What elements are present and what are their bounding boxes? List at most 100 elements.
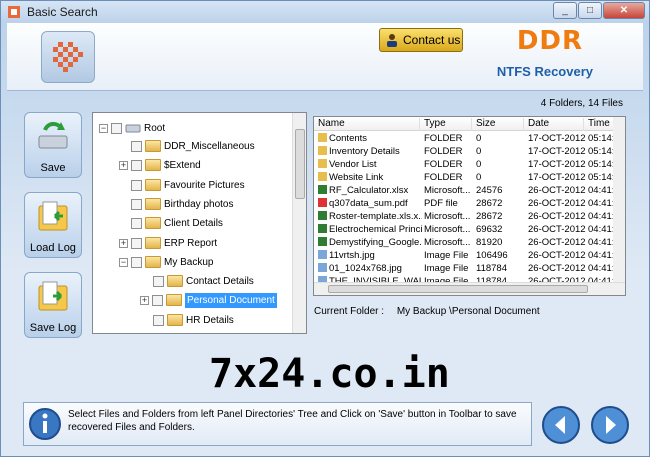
checkbox[interactable] [131, 198, 142, 210]
cell: Demystifying_Google... [318, 237, 422, 248]
list-vscrollbar[interactable] [613, 117, 625, 283]
file-icon [318, 198, 327, 207]
checkbox[interactable] [131, 237, 142, 249]
cell-size: 0 [476, 133, 482, 144]
checkbox[interactable] [131, 217, 142, 229]
folder-icon [167, 314, 183, 326]
scroll-thumb[interactable] [328, 285, 588, 293]
save-button[interactable]: Save [24, 112, 82, 178]
cell-type: Microsoft... [424, 211, 471, 222]
save-log-folder-icon [38, 281, 68, 311]
checkbox[interactable] [111, 122, 122, 134]
scroll-thumb[interactable] [295, 129, 305, 199]
tree-node-label: Contact Details [186, 275, 254, 287]
tree-node-label: Client Details [164, 217, 223, 229]
cell-size: 24576 [476, 185, 503, 196]
checkbox[interactable] [153, 314, 164, 326]
tree-node[interactable]: Favourite Pictures [131, 176, 245, 194]
maximize-button[interactable]: □ [578, 2, 602, 19]
folder-icon [145, 256, 161, 268]
tree-node-selected[interactable]: + Personal Document [140, 291, 277, 309]
expand-icon[interactable]: + [119, 238, 128, 248]
table-row[interactable]: Electrochemical Princi... Microsoft... 696… [314, 223, 614, 236]
contact-us-button[interactable]: Contact us [379, 28, 463, 52]
tree-scrollbar[interactable] [292, 113, 306, 333]
load-log-button[interactable]: Load Log [24, 192, 82, 258]
tree-node-label: Personal Document [185, 292, 277, 308]
status-bar: Select Files and Folders from left Panel… [23, 402, 532, 446]
minimize-button[interactable]: _ [553, 2, 577, 19]
drive-icon [125, 124, 141, 133]
table-row[interactable]: 01_1024x768.jpg Image File 118784 26-OCT-20… [314, 262, 614, 275]
cell: q307data_sum.pdf [318, 198, 422, 209]
column-time[interactable]: Time [584, 118, 614, 131]
expand-icon[interactable]: + [119, 160, 128, 170]
tree-node-label: Favourite Pictures [164, 179, 245, 191]
table-row[interactable]: Website Link FOLDER 0 17-OCT-2012 05:14: [314, 171, 614, 184]
tree-node[interactable]: + ERP Report [119, 234, 217, 252]
table-row[interactable]: Vendor List FOLDER 0 17-OCT-2012 05:14: [314, 158, 614, 171]
header-banner: Contact us DDR NTFS Recovery [7, 23, 643, 91]
cell-name: 01_1024x768.jpg [329, 263, 402, 274]
list-hscrollbar[interactable] [314, 282, 625, 295]
title-bar: Basic Search _ □ ✕ [1, 1, 649, 23]
column-size[interactable]: Size [472, 118, 524, 131]
tree-node[interactable]: Client Details [131, 214, 223, 232]
cell-type: Microsoft... [424, 237, 471, 248]
app-icon [8, 6, 20, 18]
table-row[interactable]: 11vrtsh.jpg Image File 106496 26-OCT-2012 04… [314, 249, 614, 262]
save-log-button[interactable]: Save Log [24, 272, 82, 338]
tree-node[interactable]: + $Extend [119, 156, 201, 174]
table-row[interactable]: RF_Calculator.xlsx Microsoft... 24576 26-OC… [314, 184, 614, 197]
collapse-icon[interactable]: − [119, 257, 128, 267]
main-window: Basic Search _ □ ✕ Contact us DDR NTFS R… [0, 0, 650, 457]
info-icon [29, 408, 61, 440]
cell: Vendor List [318, 159, 422, 170]
tree-node[interactable]: Contact Details [153, 272, 254, 290]
checkbox[interactable] [131, 159, 142, 171]
cell: 01_1024x768.jpg [318, 263, 422, 274]
checkbox[interactable] [131, 140, 142, 152]
table-row[interactable]: Inventory Details FOLDER 0 17-OCT-2012 05:14… [314, 145, 614, 158]
cell: Inventory Details [318, 146, 422, 157]
cell-date: 26-OCT-2012 [528, 237, 586, 248]
checkbox[interactable] [153, 275, 164, 287]
checkbox[interactable] [152, 294, 163, 306]
column-date[interactable]: Date [524, 118, 584, 131]
file-icon [318, 185, 327, 194]
table-row[interactable]: q307data_sum.pdf PDF file 28672 26-OCT-2012… [314, 197, 614, 210]
file-list[interactable]: Name Type Size Date Time Contents FOLDER 0… [313, 116, 626, 296]
cell-date: 17-OCT-2012 [528, 159, 586, 170]
cell-date: 26-OCT-2012 [528, 211, 586, 222]
tree-node-label: ERP Report [164, 237, 218, 249]
checkbox[interactable] [131, 179, 142, 191]
column-type[interactable]: Type [420, 118, 472, 131]
close-button[interactable]: ✕ [603, 2, 645, 19]
cell-name: Roster-template.xls.x... [329, 211, 422, 222]
cell-size: 0 [476, 172, 482, 183]
next-button-icon[interactable] [590, 405, 630, 445]
directory-tree[interactable]: − Root DDR_Miscellaneous + $Extend Favouri… [92, 112, 307, 334]
folder-icon [145, 237, 161, 249]
tree-node-label: Birthday photos [164, 198, 234, 210]
cell-date: 26-OCT-2012 [528, 224, 586, 235]
cell-date: 26-OCT-2012 [528, 263, 586, 274]
back-button-icon[interactable] [541, 405, 581, 445]
table-row[interactable]: Demystifying_Google... Microsoft... 81920 2… [314, 236, 614, 249]
tree-node[interactable]: HR Details [153, 311, 234, 329]
checkbox[interactable] [131, 256, 142, 268]
tree-node[interactable]: DDR_Miscellaneous [131, 137, 255, 155]
cell-size: 28672 [476, 198, 503, 209]
tree-node[interactable]: Birthday photos [131, 195, 234, 213]
cell-name: 11vrtsh.jpg [329, 250, 375, 261]
tree-node-root[interactable]: − Root [99, 119, 165, 137]
expand-icon[interactable]: + [140, 295, 149, 305]
table-row[interactable]: Contents FOLDER 0 17-OCT-2012 05:14: [314, 132, 614, 145]
window-title: Basic Search [27, 5, 98, 19]
current-folder: Current Folder : My Backup \Personal Doc… [314, 306, 540, 317]
table-row[interactable]: Roster-template.xls.x... Microsoft... 2867… [314, 210, 614, 223]
folder-icon [145, 217, 161, 229]
tree-node[interactable]: − My Backup [119, 253, 213, 271]
collapse-icon[interactable]: − [99, 123, 108, 133]
column-name[interactable]: Name [314, 118, 420, 131]
